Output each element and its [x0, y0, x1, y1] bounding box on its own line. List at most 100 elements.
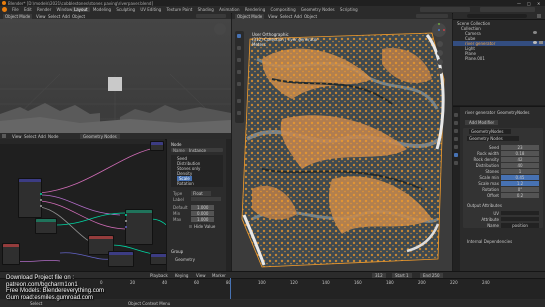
rotate-icon[interactable]: [237, 58, 241, 62]
eye-icon[interactable]: [533, 41, 537, 44]
right-viewport[interactable]: Object Mode View Select Add Object User …: [232, 13, 452, 271]
output-field-name[interactable]: position: [501, 223, 539, 228]
eye-icon[interactable]: [533, 31, 537, 34]
right-shading-buttons[interactable]: [416, 14, 448, 18]
output-attributes-header[interactable]: Output Attributes: [467, 203, 502, 208]
tab-geometry-nodes[interactable]: Geometry Nodes: [299, 7, 337, 12]
overlay-line-gumroad: Gum road:esmiles.gumroad.com: [6, 294, 94, 301]
render-tab-icon[interactable]: [454, 121, 458, 125]
view-layer-selector[interactable]: [480, 7, 535, 12]
menu-render[interactable]: Render: [35, 7, 53, 12]
node-realize-instances[interactable]: [2, 243, 20, 265]
output-tab-icon[interactable]: [454, 129, 458, 133]
sidebar-group-header[interactable]: Group: [171, 249, 183, 254]
node-mesh-line[interactable]: [35, 218, 57, 234]
left-shading-buttons[interactable]: [196, 14, 226, 18]
tab-scripting[interactable]: Scripting: [338, 7, 360, 12]
tab-rendering[interactable]: Rendering: [243, 7, 267, 12]
node-group-selector[interactable]: Geometry Nodes: [467, 136, 519, 141]
sidebar-min-value[interactable]: 0.000: [191, 211, 215, 216]
sidebar-item-rotation[interactable]: Rotation: [177, 181, 194, 186]
filter-icon[interactable]: [537, 14, 541, 18]
left-viewport[interactable]: Object Mode View Select Add Object: [0, 13, 231, 133]
input-value-rock-width[interactable]: 0.18: [501, 151, 539, 156]
zoom-icon[interactable]: [437, 41, 443, 47]
input-value-scale-max[interactable]: 1.2: [501, 181, 539, 186]
modifier-tab-icon[interactable]: [454, 153, 458, 157]
input-label-rotation: Rotation: [482, 187, 499, 192]
scene-selector[interactable]: [420, 7, 470, 12]
input-value-stones[interactable]: 1: [501, 169, 539, 174]
sidebar-node-header[interactable]: Node: [171, 142, 181, 147]
node-instance-on-points[interactable]: [125, 209, 153, 245]
tab-modeling[interactable]: Modeling: [91, 7, 113, 12]
axis-gizmo-icon[interactable]: [432, 23, 446, 37]
tab-texture-paint[interactable]: Texture Paint: [165, 7, 195, 12]
start-frame-field[interactable]: Start 1: [392, 273, 412, 278]
cursor-icon[interactable]: [237, 34, 241, 38]
output-field-attribute[interactable]: [501, 217, 539, 221]
sidebar-output-geometry[interactable]: Geometry: [175, 257, 195, 262]
camera-restrict-icon[interactable]: [539, 41, 543, 44]
input-value-scale-min[interactable]: 0.45: [501, 175, 539, 180]
input-value-rotation[interactable]: 0°: [501, 187, 539, 192]
tab-uv-editing[interactable]: UV Editing: [138, 7, 163, 12]
current-frame-field[interactable]: 312: [372, 273, 386, 278]
annotate-icon[interactable]: [237, 99, 241, 103]
outliner-item-plane-001[interactable]: Plane.001: [465, 56, 485, 61]
playhead[interactable]: [230, 278, 231, 300]
tab-compositing[interactable]: Compositing: [269, 7, 298, 12]
menu-file[interactable]: File: [10, 7, 21, 12]
tab-layout[interactable]: Layout: [72, 7, 90, 12]
tool-tab-icon[interactable]: [454, 113, 458, 117]
internal-dependencies-header[interactable]: Internal Dependencies: [467, 239, 512, 244]
transform-icon[interactable]: [237, 82, 241, 86]
add-modifier-button[interactable]: Add Modifier: [465, 120, 499, 125]
hide-value-checkbox[interactable]: [189, 225, 192, 228]
object-tab-icon[interactable]: [454, 145, 458, 149]
input-value-offset[interactable]: 0.2: [501, 193, 539, 198]
input-value-distribution[interactable]: 40: [501, 163, 539, 168]
input-value-rock-density[interactable]: 42: [501, 157, 539, 162]
end-frame-field[interactable]: End 250: [420, 273, 443, 278]
left-nav-gizmo[interactable]: [214, 23, 226, 35]
timeline-menu-view[interactable]: View: [196, 273, 206, 278]
modifier-name-field[interactable]: GeometryNodes: [469, 129, 512, 134]
input-value-seed[interactable]: 23: [501, 145, 539, 150]
move-icon[interactable]: [237, 46, 241, 50]
sidebar-max-value[interactable]: 1.000: [191, 217, 215, 222]
sidebar-label-field[interactable]: [191, 197, 221, 201]
sidebar-default-value[interactable]: 1.000: [191, 205, 215, 210]
camera-icon[interactable]: [437, 59, 443, 65]
timeline-menu-marker[interactable]: Marker: [212, 273, 226, 278]
scene-tab-icon[interactable]: [454, 137, 458, 141]
outliner-header: [453, 13, 545, 20]
input-label-stones: Stones: [485, 169, 499, 174]
hide-value-label: Hide Value: [194, 224, 216, 229]
tick-label: 60: [194, 280, 200, 285]
cube-object[interactable]: [108, 77, 122, 91]
tab-animation[interactable]: Animation: [217, 7, 241, 12]
node-group-input[interactable]: [18, 178, 42, 218]
sidebar-type-dropdown[interactable]: Float: [191, 191, 211, 196]
blender-menu-icon[interactable]: [2, 7, 7, 12]
node-transform[interactable]: [108, 251, 134, 267]
sidebar-min-label: Min: [173, 211, 181, 216]
output-field-uv[interactable]: [501, 211, 539, 215]
sidebar-tabs[interactable]: [226, 139, 231, 271]
output-label-attribute: Attribute: [481, 217, 499, 222]
tab-sculpting[interactable]: Sculpting: [114, 7, 137, 12]
material-tab-icon[interactable]: [454, 161, 458, 165]
properties-tab-column[interactable]: [453, 107, 460, 272]
node-editor[interactable]: View Select Add Node Geometry Nodes Node…: [0, 133, 231, 271]
timeline-menu-playback[interactable]: Playback: [150, 273, 168, 278]
scale-icon[interactable]: [237, 70, 241, 74]
menu-edit[interactable]: Edit: [22, 7, 34, 12]
outliner-search-input[interactable]: [467, 14, 527, 18]
node-frame-top[interactable]: [150, 141, 164, 151]
hand-icon[interactable]: [437, 50, 443, 56]
tab-shading[interactable]: Shading: [196, 7, 216, 12]
ortho-icon[interactable]: [437, 68, 443, 74]
measure-icon[interactable]: [237, 111, 241, 115]
timeline-menu-keying[interactable]: Keying: [175, 273, 188, 278]
